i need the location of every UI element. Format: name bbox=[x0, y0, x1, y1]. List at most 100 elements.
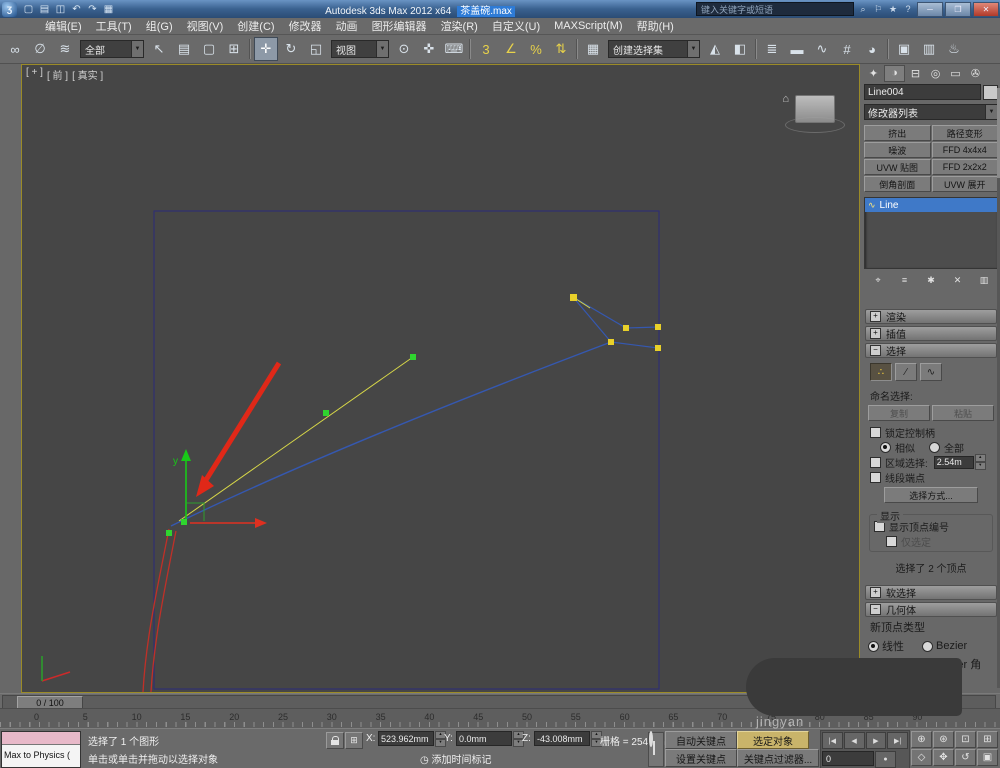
rollout-interpolation[interactable]: + 插值 bbox=[865, 326, 997, 341]
new-scene-icon[interactable]: ▢ bbox=[21, 2, 36, 16]
search-input[interactable]: 键入关键字或短语 bbox=[696, 2, 854, 16]
lock-handles-checkbox[interactable] bbox=[870, 426, 881, 438]
selection-lock-toggle[interactable] bbox=[326, 732, 344, 749]
key-mode-toggle-icon[interactable]: ● bbox=[875, 751, 896, 768]
x-coordinate-field[interactable]: 523.962mm ▲ ▼ bbox=[378, 730, 446, 747]
edit-named-selections-icon[interactable]: ▦ bbox=[581, 37, 605, 61]
configure-modifier-sets-icon[interactable]: ▥ bbox=[976, 274, 992, 287]
previous-frame-icon[interactable]: ◀ bbox=[843, 732, 865, 749]
y-coordinate-field[interactable]: 0.0mm ▲ ▼ bbox=[456, 730, 524, 747]
absolute-offset-toggle[interactable]: ⊞ bbox=[345, 732, 363, 749]
add-time-tag[interactable]: ◷ 添加时间标记 bbox=[420, 751, 492, 766]
snap-toggle-3d-icon[interactable]: 3 bbox=[474, 37, 498, 61]
modifier-stack[interactable]: ∿ Line bbox=[864, 197, 998, 269]
menu-item-3[interactable]: 视图(V) bbox=[180, 17, 231, 35]
key-filter-scope-dropdown[interactable]: 选定对象 bbox=[737, 731, 809, 749]
maxscript-mini-listener[interactable]: Max to Physics ( bbox=[1, 731, 81, 768]
keyboard-override-icon[interactable]: ⌨ bbox=[442, 37, 466, 61]
named-selection-dropdown[interactable]: 创建选择集 ▼ bbox=[608, 40, 700, 58]
project-folder-icon[interactable]: ▦ bbox=[101, 2, 116, 16]
spinner-arrows[interactable]: ▲ ▼ bbox=[974, 454, 986, 470]
segment-subobject-icon[interactable]: ∕ bbox=[895, 363, 917, 381]
select-and-move-icon[interactable]: ✛ bbox=[254, 37, 278, 61]
viewcube[interactable] bbox=[795, 95, 835, 123]
select-and-scale-icon[interactable]: ◱ bbox=[304, 37, 328, 61]
modifier-button[interactable]: UVW 贴图 bbox=[864, 159, 931, 175]
stack-item-line[interactable]: ∿ Line bbox=[865, 198, 997, 212]
modifier-button[interactable]: 挤出 bbox=[864, 125, 931, 141]
ribbon-toggle-icon[interactable]: ▬ bbox=[785, 37, 809, 61]
z-coordinate-field[interactable]: -43.008mm ▲ ▼ bbox=[534, 730, 602, 747]
listener-script-line[interactable]: Max to Physics ( bbox=[2, 745, 80, 767]
rectangular-selection-region-icon[interactable]: ▢ bbox=[197, 37, 221, 61]
modifier-button[interactable]: FFD 4x4x4 bbox=[931, 142, 998, 158]
window-crossing-toggle-icon[interactable]: ⊞ bbox=[222, 37, 246, 61]
spline-segment[interactable] bbox=[572, 296, 612, 343]
use-pivot-center-icon[interactable]: ⊙ bbox=[392, 37, 416, 61]
auto-key-button[interactable]: 自动关键点 bbox=[665, 731, 737, 749]
viewport-front[interactable]: [ + ] [ 前 ] [ 真实 ] ⌂ y bbox=[21, 64, 860, 693]
app-logo-icon[interactable]: ʒ bbox=[2, 1, 17, 17]
modifier-list-dropdown[interactable]: 修改器列表 ▼ bbox=[864, 104, 998, 120]
viewcube-home-icon[interactable]: ⌂ bbox=[782, 93, 789, 105]
menu-item-4[interactable]: 创建(C) bbox=[230, 17, 281, 35]
copy-button[interactable]: 复制 bbox=[868, 405, 930, 421]
select-object-icon[interactable]: ↖ bbox=[147, 37, 171, 61]
pin-stack-icon[interactable]: ⌖ bbox=[870, 274, 886, 287]
modifier-button[interactable]: 噪波 bbox=[864, 142, 931, 158]
select-and-manipulate-icon[interactable]: ✜ bbox=[417, 37, 441, 61]
rollout-geometry[interactable]: − 几何体 bbox=[865, 602, 997, 617]
modifier-button[interactable]: FFD 2x2x2 bbox=[931, 159, 998, 175]
selected-only-checkbox[interactable] bbox=[886, 535, 897, 547]
open-file-icon[interactable]: ▤ bbox=[37, 2, 52, 16]
minimize-button[interactable]: ─ bbox=[917, 1, 943, 17]
menu-item-0[interactable]: 编辑(E) bbox=[38, 17, 89, 35]
layer-manager-icon[interactable]: ≣ bbox=[760, 37, 784, 61]
viewport-shading-menu[interactable]: [ 真实 ] bbox=[72, 67, 103, 82]
schematic-view-icon[interactable]: # bbox=[835, 37, 859, 61]
menu-item-11[interactable]: 帮助(H) bbox=[630, 17, 681, 35]
tab-modify[interactable]: ◑ bbox=[884, 64, 905, 82]
render-setup-icon[interactable]: ▣ bbox=[892, 37, 916, 61]
menu-item-1[interactable]: 工具(T) bbox=[89, 17, 139, 35]
select-by-name-icon[interactable]: ▤ bbox=[172, 37, 196, 61]
selection-filter-dropdown[interactable]: 全部 ▼ bbox=[80, 40, 144, 58]
close-button[interactable]: ✕ bbox=[973, 1, 999, 17]
percent-snap-icon[interactable]: % bbox=[524, 37, 548, 61]
segment-end-checkbox[interactable] bbox=[870, 471, 881, 483]
redo-icon[interactable]: ↷ bbox=[85, 2, 100, 16]
rollout-selection[interactable]: − 选择 bbox=[865, 343, 997, 358]
remove-modifier-icon[interactable]: ✕ bbox=[950, 274, 966, 287]
menu-item-10[interactable]: MAXScript(M) bbox=[547, 19, 629, 33]
area-selection-checkbox[interactable] bbox=[870, 456, 881, 468]
zoom-extents-all-icon[interactable]: ⊞ bbox=[977, 731, 998, 748]
linear-radio[interactable] bbox=[868, 640, 879, 652]
zoom-all-icon[interactable]: ⊛ bbox=[933, 731, 954, 748]
bind-to-spacewarp-icon[interactable]: ≋ bbox=[53, 37, 77, 61]
go-to-end-icon[interactable]: ▶| bbox=[887, 732, 908, 749]
modifier-button[interactable]: UVW 展开 bbox=[931, 176, 998, 192]
spline-segment[interactable] bbox=[610, 341, 659, 349]
alike-radio[interactable] bbox=[880, 441, 891, 453]
set-key-big-button[interactable] bbox=[648, 731, 664, 767]
menu-item-2[interactable]: 组(G) bbox=[139, 17, 180, 35]
field-of-view-icon[interactable]: ◇ bbox=[911, 749, 932, 766]
tab-display[interactable]: ▭ bbox=[946, 66, 965, 81]
object-name-field[interactable]: Line004 bbox=[864, 84, 981, 100]
zoom-extents-icon[interactable]: ⊡ bbox=[955, 731, 976, 748]
material-editor-icon[interactable]: ◕ bbox=[860, 37, 884, 61]
go-to-start-icon[interactable]: |◀ bbox=[822, 732, 843, 749]
spline-subobject-icon[interactable]: ∿ bbox=[920, 363, 942, 381]
help-icon[interactable]: ? bbox=[901, 3, 915, 16]
current-frame-field[interactable]: 0 bbox=[822, 751, 874, 766]
make-unique-icon[interactable]: ✱ bbox=[923, 274, 939, 287]
favorites-icon[interactable]: ★ bbox=[886, 3, 900, 16]
viewport-general-menu[interactable]: [ + ] bbox=[26, 67, 43, 82]
spinner-snap-icon[interactable]: ⇅ bbox=[549, 37, 573, 61]
rollout-render[interactable]: + 渲染 bbox=[865, 309, 997, 324]
mirror-icon[interactable]: ◭ bbox=[703, 37, 727, 61]
pan-icon[interactable]: ✥ bbox=[933, 749, 954, 766]
reference-coordinate-dropdown[interactable]: 视图 ▼ bbox=[331, 40, 389, 58]
menu-item-6[interactable]: 动画 bbox=[329, 17, 365, 35]
object-color-swatch[interactable] bbox=[983, 84, 998, 100]
